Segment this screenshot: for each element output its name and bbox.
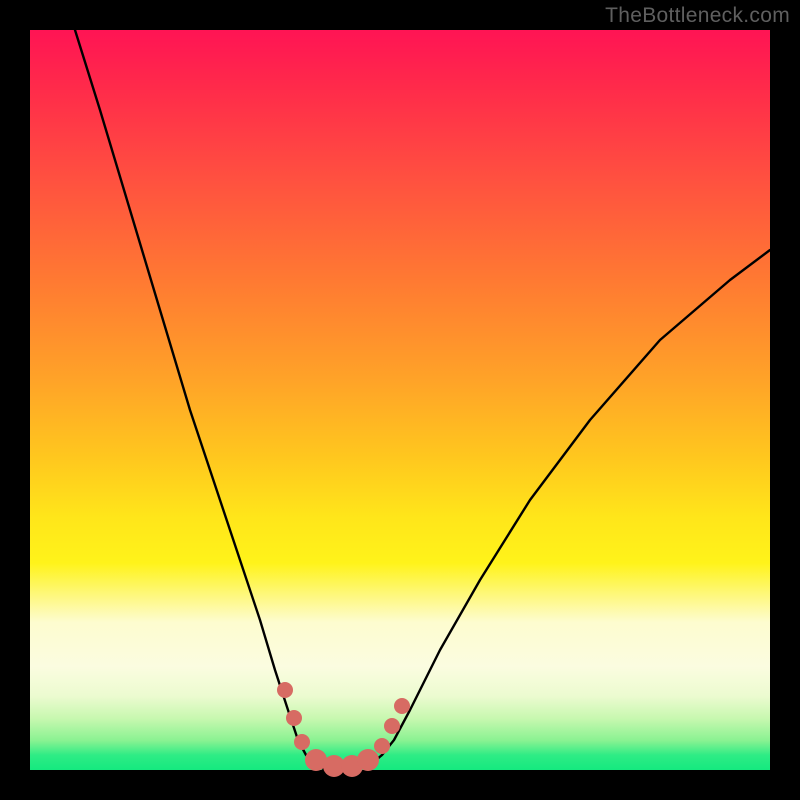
curve-line xyxy=(75,30,770,770)
marker-dot xyxy=(374,738,390,754)
marker-dot xyxy=(294,734,310,750)
curve-markers xyxy=(277,682,410,777)
marker-dot xyxy=(277,682,293,698)
marker-dot xyxy=(384,718,400,734)
chart-frame: TheBottleneck.com xyxy=(0,0,800,800)
bottleneck-curve xyxy=(30,30,770,770)
marker-dot xyxy=(394,698,410,714)
watermark-text: TheBottleneck.com xyxy=(605,4,790,28)
marker-dot xyxy=(286,710,302,726)
marker-dot xyxy=(357,749,379,771)
